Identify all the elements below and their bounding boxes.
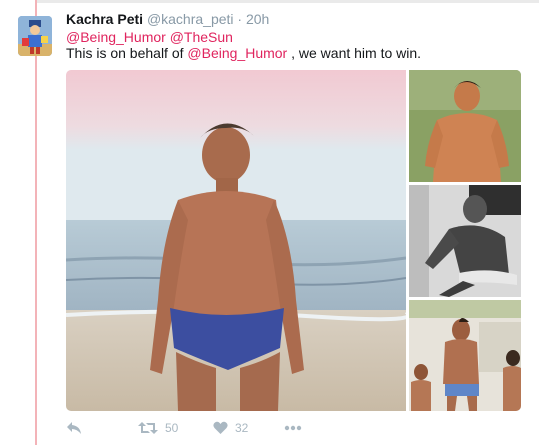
retweet-button[interactable]: 50	[138, 418, 178, 438]
divider	[37, 0, 539, 3]
retweet-count: 50	[165, 421, 179, 435]
tweet-card: Kachra Peti @kachra_peti · 20h @Being_Hu…	[0, 0, 539, 445]
author-name[interactable]: Kachra Peti	[66, 11, 143, 27]
like-button[interactable]: 32	[213, 418, 248, 438]
reply-icon	[66, 421, 82, 435]
timestamp[interactable]: 20h	[246, 11, 269, 27]
mention-link[interactable]: @Being_Humor	[66, 29, 166, 45]
mention-link[interactable]: @Being_Humor	[187, 45, 287, 61]
tweet-header: Kachra Peti @kachra_peti · 20h	[66, 10, 269, 28]
tweet-photo-4[interactable]	[409, 300, 521, 411]
retweet-icon	[138, 421, 158, 435]
reply-button[interactable]	[66, 418, 82, 438]
tweet-text: This is on behalf of @Being_Humor , we w…	[66, 44, 421, 62]
tweet-actions: 50 32	[66, 418, 366, 438]
tweet-photo-2[interactable]	[409, 70, 521, 182]
avatar[interactable]	[18, 16, 52, 56]
tweet-photo-3[interactable]	[409, 185, 521, 297]
tweet-photo-main[interactable]	[66, 70, 406, 411]
separator: ·	[237, 11, 243, 27]
mention-link[interactable]: @TheSun	[170, 29, 233, 45]
tweet-text-part: , we want him to win.	[287, 45, 422, 61]
like-count: 32	[235, 421, 249, 435]
more-button[interactable]	[284, 418, 302, 438]
thread-line	[35, 0, 37, 445]
author-handle[interactable]: @kachra_peti	[147, 11, 234, 27]
heart-icon	[213, 421, 228, 435]
more-dots-icon	[284, 425, 302, 431]
tweet-text-part: This is on behalf of	[66, 45, 188, 61]
